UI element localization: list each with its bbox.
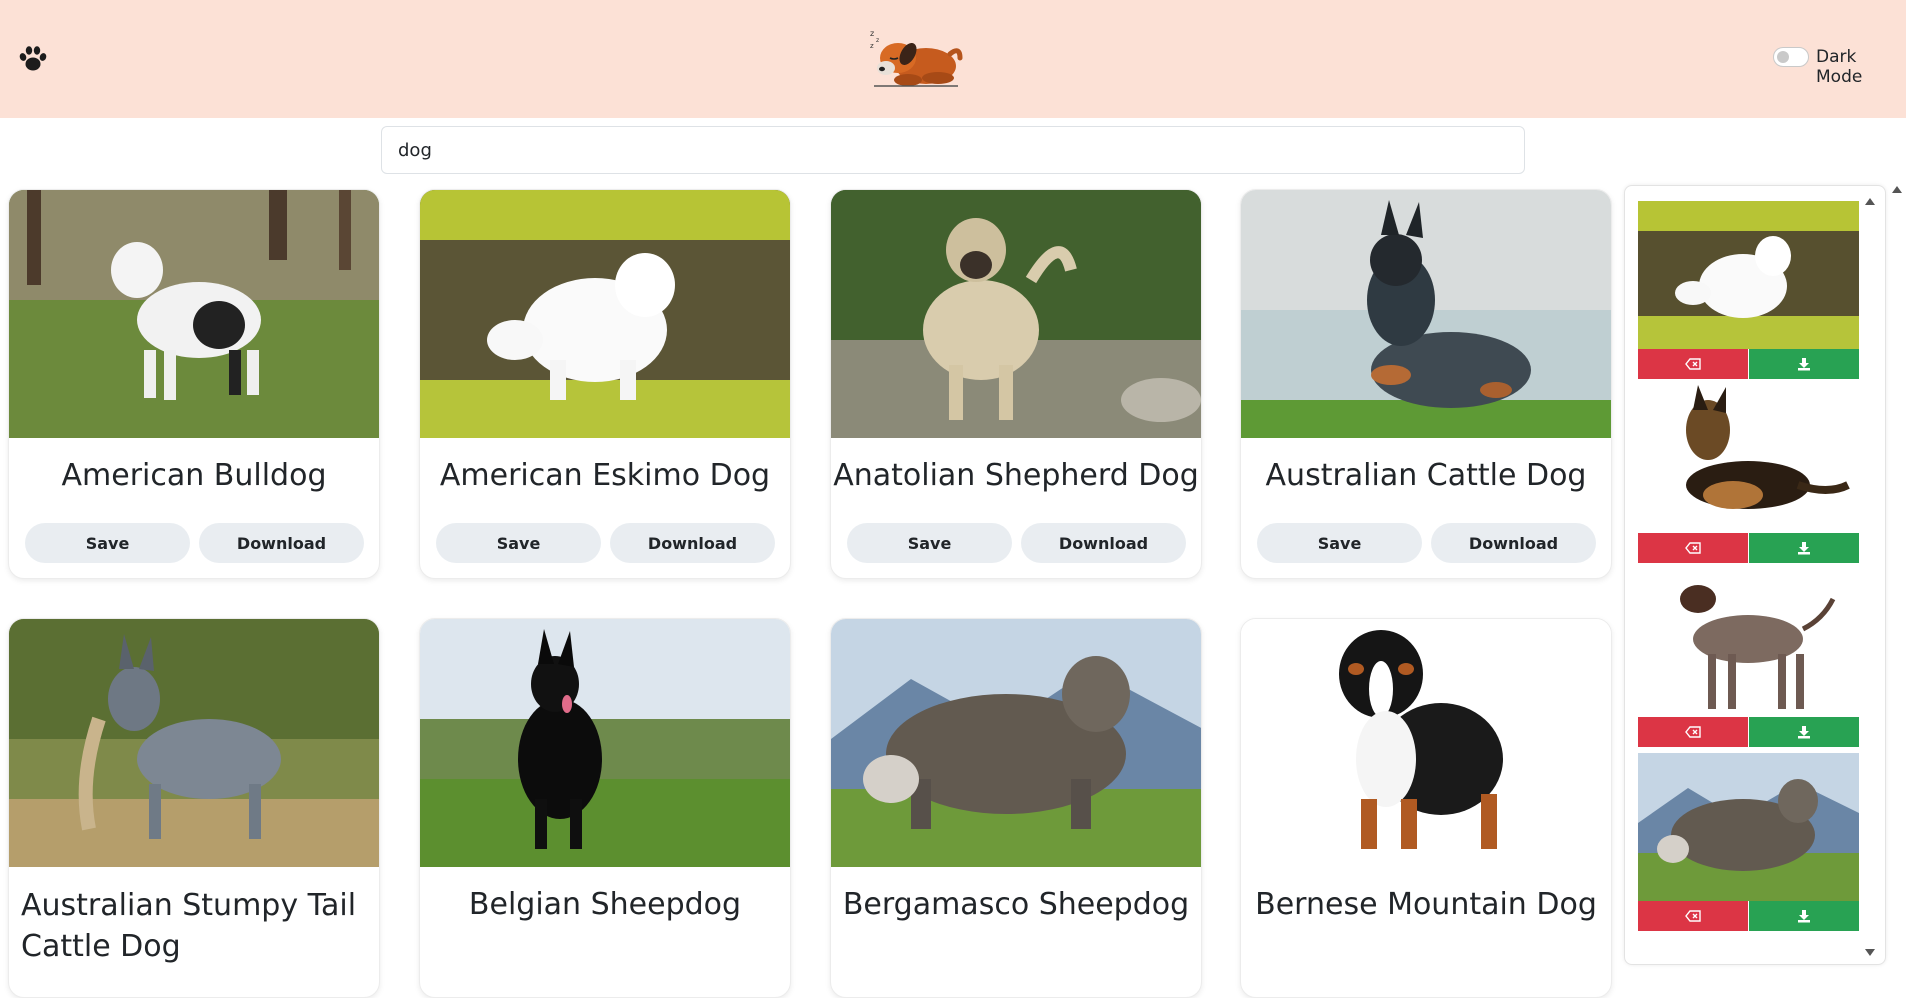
backspace-x-icon [1685, 726, 1701, 738]
backspace-x-icon [1685, 910, 1701, 922]
breed-card: Bernese Mountain Dog [1240, 618, 1612, 998]
download-saved-button[interactable] [1749, 533, 1859, 563]
download-saved-button[interactable] [1749, 349, 1859, 379]
breed-card: Anatolian Shepherd Dog Save Download [830, 189, 1202, 579]
remove-saved-button[interactable] [1638, 349, 1748, 379]
breed-title: Belgian Sheepdog [468, 887, 742, 922]
paw-icon[interactable] [18, 44, 48, 74]
download-saved-button[interactable] [1749, 717, 1859, 747]
svg-text:z: z [876, 37, 879, 44]
breed-image[interactable] [831, 619, 1202, 867]
breed-image[interactable] [1241, 619, 1612, 867]
breed-card: Australian Cattle Dog Save Download [1240, 189, 1612, 579]
breed-image[interactable] [420, 619, 791, 867]
dark-mode-label: Dark Mode [1816, 47, 1863, 87]
save-button[interactable]: Save [1257, 523, 1422, 563]
save-button[interactable]: Save [847, 523, 1012, 563]
dark-mode-toggle[interactable] [1773, 47, 1809, 67]
toggle-knob [1777, 50, 1789, 63]
saved-image[interactable] [1638, 385, 1859, 533]
save-button[interactable]: Save [25, 523, 190, 563]
svg-text:z: z [870, 42, 874, 50]
download-icon [1798, 726, 1810, 739]
download-button[interactable]: Download [610, 523, 775, 563]
saved-image[interactable] [1638, 569, 1859, 717]
backspace-x-icon [1685, 358, 1701, 370]
download-icon [1798, 542, 1810, 555]
download-button[interactable]: Download [1431, 523, 1596, 563]
breed-title: American Eskimo Dog [439, 458, 771, 493]
remove-saved-button[interactable] [1638, 901, 1748, 931]
breed-image[interactable] [9, 190, 380, 438]
search-input[interactable] [381, 126, 1525, 174]
backspace-x-icon [1685, 542, 1701, 554]
download-icon [1798, 358, 1810, 371]
download-button[interactable]: Download [1021, 523, 1186, 563]
saved-image[interactable] [1638, 753, 1859, 901]
breed-card: Belgian Sheepdog [419, 618, 791, 998]
breed-image[interactable] [9, 619, 380, 867]
app-header: z z z Dark Mode [0, 0, 1906, 118]
breed-card: American Eskimo Dog Save Download [419, 189, 791, 579]
breed-card: American Bulldog Save Download [8, 189, 380, 579]
sidebar-scroll-up-icon[interactable] [1865, 198, 1875, 205]
breed-title: Anatolian Shepherd Dog [833, 458, 1199, 493]
breed-title: Australian Cattle Dog [1265, 458, 1587, 493]
breed-title: Bergamasco Sheepdog [842, 887, 1190, 922]
breed-card: Australian Stumpy Tail Cattle Dog [8, 618, 380, 998]
saved-image[interactable] [1638, 201, 1859, 349]
remove-saved-button[interactable] [1638, 533, 1748, 563]
breed-image[interactable] [831, 190, 1202, 438]
remove-saved-button[interactable] [1638, 717, 1748, 747]
breed-title: American Bulldog [61, 458, 327, 493]
breed-image[interactable] [1241, 190, 1612, 438]
download-saved-button[interactable] [1749, 901, 1859, 931]
breed-image[interactable] [420, 190, 791, 438]
page-scroll-up-icon[interactable] [1892, 186, 1902, 193]
download-button[interactable]: Download [199, 523, 364, 563]
breed-card: Bergamasco Sheepdog [830, 618, 1202, 998]
save-button[interactable]: Save [436, 523, 601, 563]
sleeping-dog-logo: z z z [870, 29, 963, 87]
breed-title: Bernese Mountain Dog [1255, 887, 1597, 922]
svg-text:z: z [870, 29, 874, 38]
saved-images-sidebar[interactable] [1624, 185, 1886, 965]
download-icon [1798, 910, 1810, 923]
